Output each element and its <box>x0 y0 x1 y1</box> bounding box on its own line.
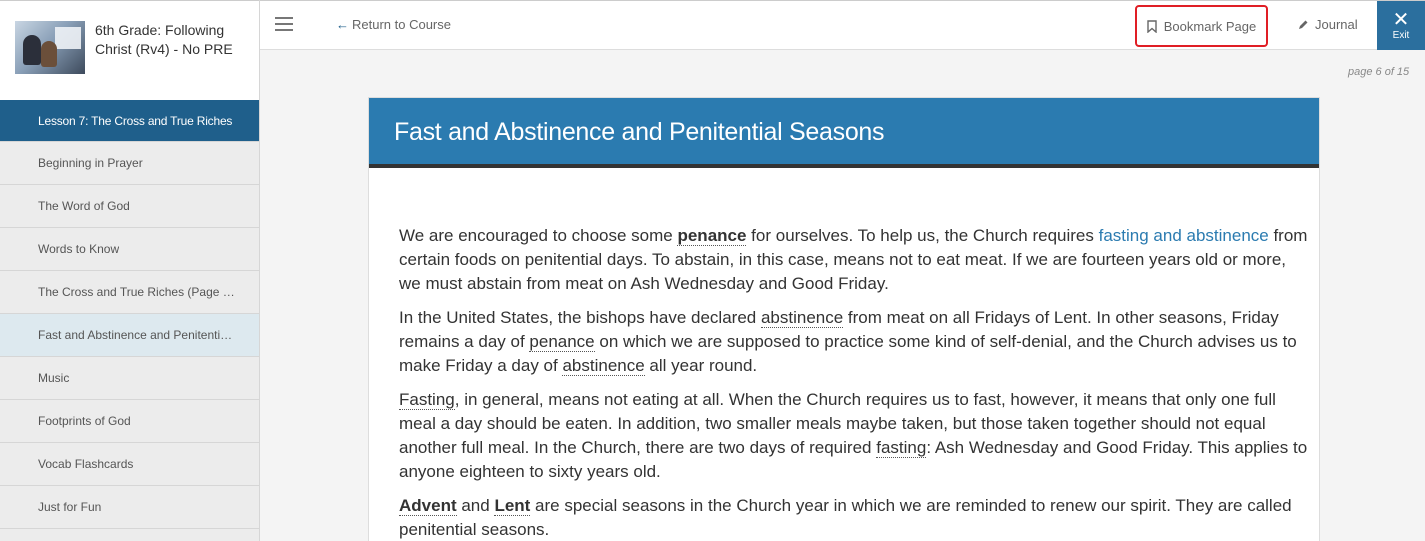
glossary-term-abstinence[interactable]: abstinence <box>760 308 844 328</box>
top-toolbar: ← Return to Course Bookmark Page Journal … <box>260 0 1425 50</box>
bookmark-page-button[interactable]: Bookmark Page <box>1135 5 1268 47</box>
sidebar-item-cross-and-true-riches[interactable]: The Cross and True Riches (Page 39-... <box>0 271 259 314</box>
bookmark-icon <box>1147 19 1157 33</box>
glossary-term-abstinence[interactable]: abstinence <box>562 356 645 376</box>
close-icon: ✕ <box>1392 9 1410 31</box>
page-counter: page 6 of 15 <box>1348 66 1410 78</box>
menu-icon[interactable] <box>275 17 293 31</box>
paragraph: Advent and Lent are special seasons in t… <box>399 494 1309 541</box>
glossary-term-penance[interactable]: penance <box>677 226 747 246</box>
sidebar-item-word-of-god[interactable]: The Word of God <box>0 185 259 228</box>
sidebar-item-fast-and-abstinence[interactable]: Fast and Abstinence and Penitential ... <box>0 314 259 357</box>
bookmark-page-label: Bookmark Page <box>1163 18 1257 34</box>
content-body: We are encouraged to choose some penance… <box>369 168 1319 541</box>
text-run: and <box>456 496 495 515</box>
text-run: In the United States, the bishops have d… <box>399 308 761 327</box>
content-card: Fast and Abstinence and Penitential Seas… <box>368 97 1320 541</box>
sidebar-item-label: Music <box>38 371 70 385</box>
fasting-abstinence-link[interactable]: fasting and abstinence <box>1099 226 1269 245</box>
journal-label: Journal <box>1315 17 1358 32</box>
sidebar-item-vocab-flashcards[interactable]: Vocab Flashcards <box>0 443 259 486</box>
glossary-term-lent[interactable]: Lent <box>494 496 531 516</box>
text-run: for ourselves. To help us, the Church re… <box>746 226 1099 245</box>
sidebar-lesson-label: Lesson 7: The Cross and True Riches <box>38 113 233 128</box>
sidebar-item-beginning-in-prayer[interactable]: Beginning in Prayer <box>0 142 259 185</box>
text-run: are special seasons in the Church year i… <box>399 496 1292 539</box>
journal-button[interactable]: Journal <box>1297 17 1358 32</box>
glossary-term-advent[interactable]: Advent <box>399 496 457 516</box>
glossary-term-fasting[interactable]: fasting <box>876 438 927 458</box>
sidebar-item-label: Beginning in Prayer <box>38 156 143 170</box>
sidebar-item-label: Words to Know <box>38 242 120 256</box>
paragraph: We are encouraged to choose some penance… <box>399 224 1309 296</box>
course-thumbnail <box>15 21 85 74</box>
return-to-course-label: Return to Course <box>352 17 451 32</box>
text-run: all year round. <box>644 356 758 375</box>
sidebar-lesson-header[interactable]: Lesson 7: The Cross and True Riches <box>0 100 259 142</box>
glossary-term-fasting[interactable]: Fasting <box>399 390 455 410</box>
sidebar-item-label: Just for Fun <box>38 500 102 514</box>
sidebar-item-label: Fast and Abstinence and Penitential ... <box>38 328 238 342</box>
return-to-course-link[interactable]: ← Return to Course <box>336 17 451 32</box>
sidebar-item-footprints-of-god[interactable]: Footprints of God <box>0 400 259 443</box>
sidebar-item-music[interactable]: Music <box>0 357 259 400</box>
course-title: 6th Grade: Following Christ (Rv4) - No P… <box>95 22 233 57</box>
arrow-left-icon: ← <box>336 17 349 32</box>
sidebar-item-just-for-fun[interactable]: Just for Fun <box>0 486 259 529</box>
paragraph: Fasting, in general, means not eating at… <box>399 388 1309 484</box>
sidebar-item-label: The Cross and True Riches (Page 39-... <box>38 285 238 299</box>
paragraph: In the United States, the bishops have d… <box>399 306 1309 378</box>
sidebar-item-label: The Word of God <box>38 199 130 213</box>
sidebar-item-words-to-know[interactable]: Words to Know <box>0 228 259 271</box>
pencil-icon <box>1299 20 1308 29</box>
course-header: 6th Grade: Following Christ (Rv4) - No P… <box>0 0 259 100</box>
page-title: Fast and Abstinence and Penitential Seas… <box>369 98 1319 168</box>
text-run: We are encouraged to choose some <box>399 226 678 245</box>
exit-button[interactable]: ✕ Exit <box>1377 1 1425 50</box>
sidebar-item-label: Vocab Flashcards <box>38 457 134 471</box>
glossary-term-penance[interactable]: penance <box>529 332 595 352</box>
sidebar: 6th Grade: Following Christ (Rv4) - No P… <box>0 0 260 541</box>
sidebar-item-label: Footprints of God <box>38 414 131 428</box>
exit-label: Exit <box>1392 30 1410 41</box>
